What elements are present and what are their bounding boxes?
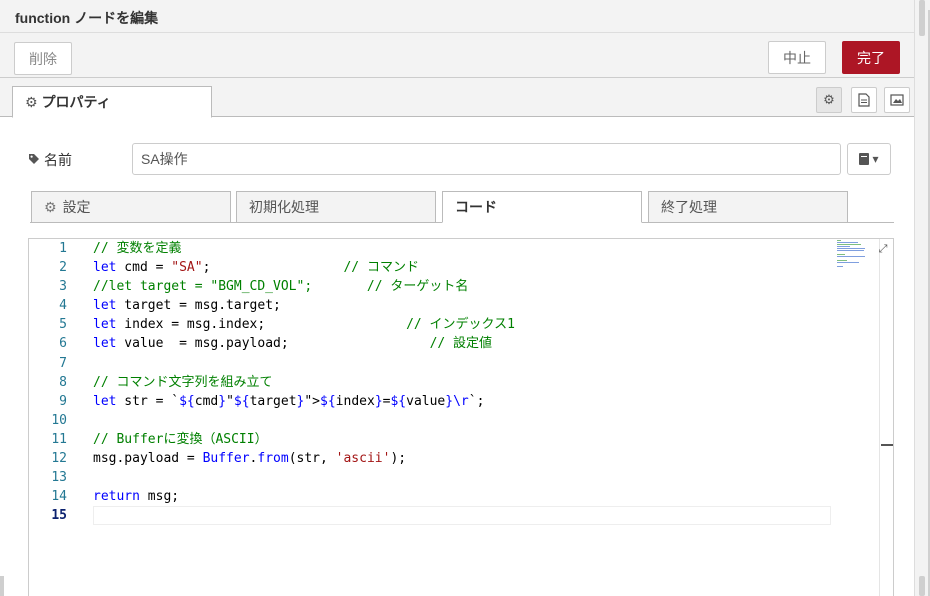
minimap-line — [837, 244, 862, 245]
cancel-button[interactable]: 中止 — [768, 41, 826, 74]
delete-button[interactable]: 削除 — [14, 42, 72, 75]
line-number: 3 — [59, 279, 67, 295]
tab-on-message-label: コード — [455, 199, 497, 215]
code-line[interactable]: 11 // Bufferに変換（ASCII） — [29, 430, 829, 449]
line-number: 4 — [59, 298, 67, 314]
line-number: 14 — [51, 489, 67, 505]
tab-properties[interactable]: ⚙ プロパティ — [12, 86, 212, 118]
line-code: let str = `${cmd}"${target}">${index}=${… — [93, 393, 485, 409]
caret-down-icon: ▾ — [872, 152, 879, 166]
code-line[interactable]: 1 // 変数を定義 — [29, 239, 829, 258]
code-line[interactable]: 2 let cmd = "SA"; // コマンド — [29, 258, 829, 277]
line-number: 10 — [51, 412, 67, 428]
line-number: 6 — [59, 336, 67, 352]
settings-view-button[interactable]: ⚙ — [816, 87, 842, 113]
image-icon — [890, 94, 904, 106]
appearance-view-button[interactable] — [884, 87, 910, 113]
name-label-text: 名前 — [44, 152, 72, 168]
code-line[interactable]: 3 //let target = "BGM_CD_VOL"; // ターゲット名 — [29, 277, 829, 296]
line-number: 11 — [51, 431, 67, 447]
minimap-line — [837, 256, 865, 257]
dialog-title: function ノードを編集 — [15, 10, 159, 26]
right-scrollbar[interactable] — [914, 0, 930, 596]
minimap-line — [837, 254, 846, 255]
code-line[interactable]: 10 — [29, 411, 829, 430]
gear-icon: ⚙ — [44, 198, 57, 215]
minimap-line — [837, 260, 848, 261]
tab-on-stop[interactable]: 終了処理 — [648, 191, 848, 223]
tab-setup[interactable]: ⚙ 設定 — [31, 191, 231, 223]
minimap-line — [837, 250, 864, 251]
minimap-line — [837, 266, 844, 267]
code-line[interactable]: 13 — [29, 468, 829, 487]
code-line[interactable]: 4 let target = msg.target; — [29, 296, 829, 315]
line-code: msg.payload = Buffer.from(str, 'ascii'); — [93, 451, 407, 467]
line-number: 15 — [51, 508, 67, 524]
done-button[interactable]: 完了 — [842, 41, 900, 74]
line-code: return msg; — [93, 489, 180, 505]
description-view-button[interactable] — [851, 87, 877, 113]
minimap-line — [837, 248, 865, 249]
scrollbar-thumb-bottom[interactable] — [919, 576, 925, 596]
line-code: let value = msg.payload; // 設定値 — [93, 336, 493, 352]
gear-icon: ⚙ — [25, 93, 38, 110]
line-number: 13 — [51, 470, 67, 486]
line-number: 2 — [59, 260, 67, 276]
properties-tabbar: ⚙ プロパティ ⚙ — [0, 78, 914, 118]
node-library-button[interactable]: ▾ — [847, 143, 891, 175]
code-line[interactable]: 9 let str = `${cmd}"${target}">${index}=$… — [29, 392, 829, 411]
document-icon — [858, 93, 870, 107]
expand-icon[interactable]: ⤢ — [875, 241, 891, 257]
scrollbar-thumb[interactable] — [919, 0, 925, 36]
minimap-line — [837, 262, 859, 263]
name-input[interactable]: SA操作 — [132, 143, 841, 175]
name-label: 名前 — [28, 150, 72, 170]
tag-icon — [28, 153, 40, 168]
editor-scrollbar[interactable] — [879, 239, 880, 596]
left-resize-handle[interactable] — [0, 576, 4, 596]
dialog-toolbar: 削除 中止 完了 — [0, 33, 914, 78]
line-number: 8 — [59, 374, 67, 390]
minimap-line — [837, 246, 851, 247]
tab-on-stop-label: 終了処理 — [661, 199, 717, 215]
code-line[interactable]: 12 msg.payload = Buffer.from(str, 'ascii'… — [29, 449, 829, 468]
line-number: 9 — [59, 393, 67, 409]
line-code: // Bufferに変換（ASCII） — [93, 431, 268, 447]
book-icon — [859, 153, 870, 165]
line-code: // コマンド文字列を組み立て — [93, 374, 273, 390]
line-code: // 変数を定義 — [93, 241, 182, 256]
editor-minimap[interactable] — [837, 240, 877, 270]
code-line[interactable]: 6 let value = msg.payload; // 設定値 — [29, 334, 829, 353]
line-code: let cmd = "SA"; // コマンド — [93, 260, 419, 276]
code-line[interactable]: 8 // コマンド文字列を組み立て — [29, 373, 829, 392]
code-line[interactable]: 15 — [29, 506, 829, 525]
line-code: //let target = "BGM_CD_VOL"; // ターゲット名 — [93, 279, 469, 295]
tab-on-start-label: 初期化処理 — [249, 199, 319, 215]
line-code: let index = msg.index; // インデックス1 — [93, 317, 515, 333]
line-number: 5 — [59, 317, 67, 333]
function-subtabs: ⚙ 設定 初期化処理 コード 終了処理 — [30, 190, 894, 223]
minimap-line — [837, 240, 842, 241]
code-line[interactable]: 7 — [29, 354, 829, 373]
code-line[interactable]: 5 let index = msg.index; // インデックス1 — [29, 315, 829, 334]
dialog-titlebar: function ノードを編集 — [0, 0, 914, 33]
code-lines: 1 // 変数を定義 2 let cmd = "SA"; // コマンド 3 //let … — [29, 239, 829, 525]
line-number: 12 — [51, 451, 67, 467]
line-number: 1 — [59, 241, 67, 256]
scrollbar-cursor-marker — [881, 444, 893, 446]
tab-on-start[interactable]: 初期化処理 — [236, 191, 436, 223]
gear-icon: ⚙ — [823, 92, 835, 107]
code-editor[interactable]: 1 // 変数を定義 2 let cmd = "SA"; // コマンド 3 //let … — [28, 238, 894, 596]
tab-setup-label: 設定 — [62, 199, 91, 215]
minimap-line — [837, 242, 859, 243]
tab-on-message[interactable]: コード — [442, 191, 642, 223]
line-code: let target = msg.target; — [93, 298, 281, 314]
line-number: 7 — [59, 355, 67, 371]
tab-properties-label: プロパティ — [41, 94, 111, 110]
code-line[interactable]: 14 return msg; — [29, 487, 829, 506]
